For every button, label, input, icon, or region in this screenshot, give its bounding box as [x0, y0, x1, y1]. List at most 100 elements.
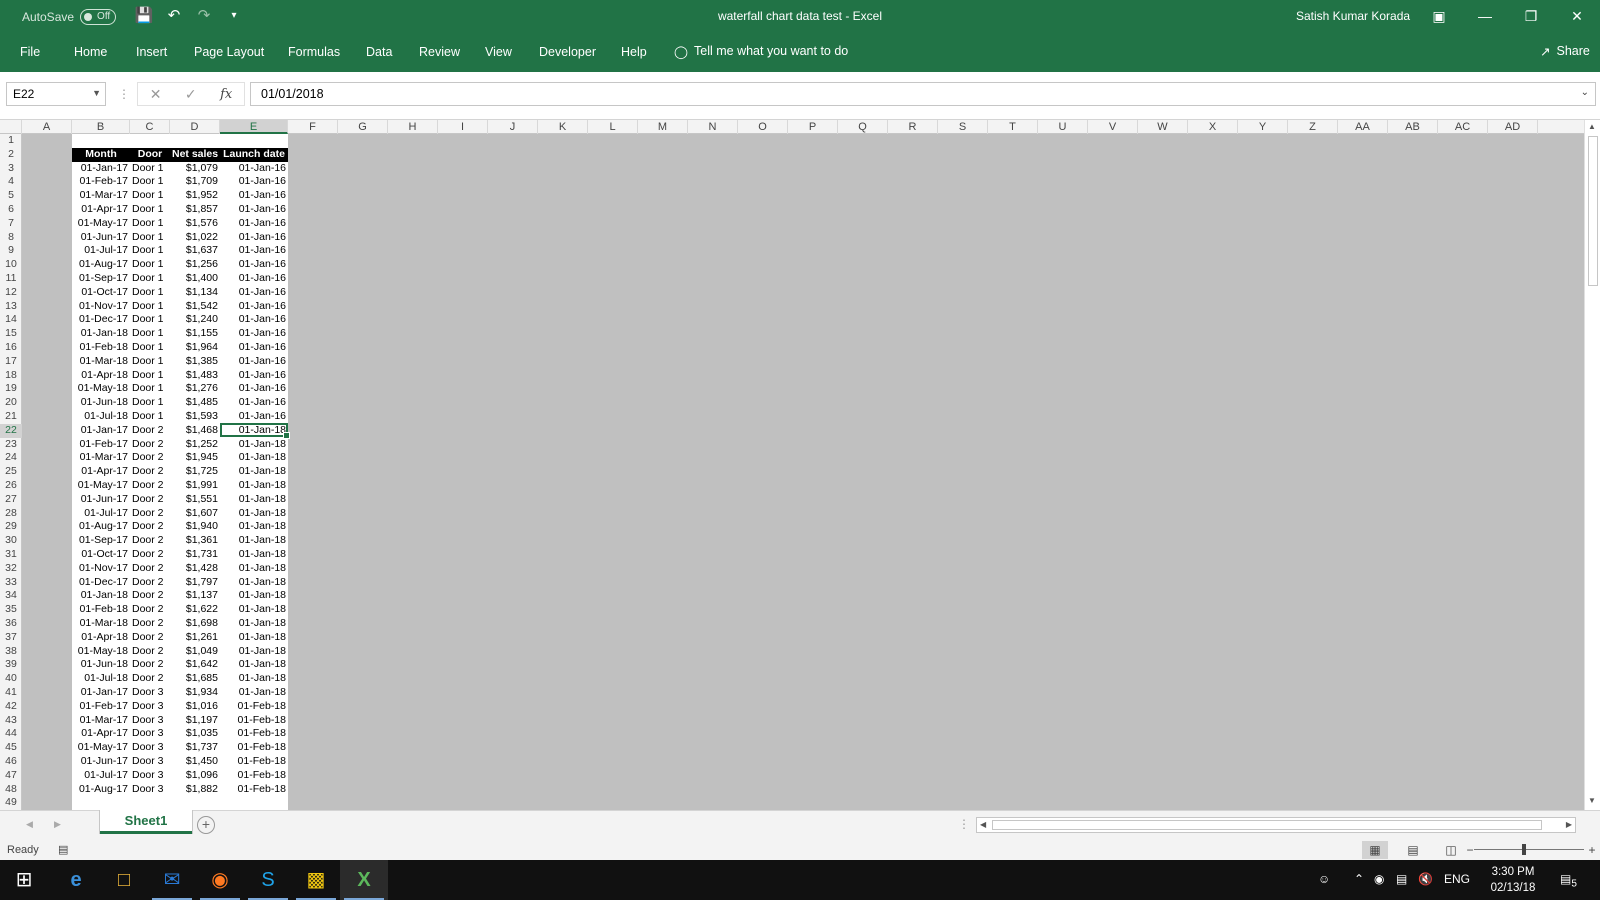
- insert-function-icon[interactable]: fx: [220, 87, 232, 102]
- tab-developer[interactable]: Developer: [539, 45, 596, 59]
- row-header[interactable]: 46: [0, 755, 22, 769]
- column-header-w[interactable]: W: [1138, 120, 1188, 134]
- table-cell[interactable]: 01-Jan-18: [220, 548, 288, 562]
- table-cell[interactable]: $1,593: [170, 410, 220, 424]
- table-cell[interactable]: $1,737: [170, 741, 220, 755]
- table-header-cell[interactable]: Net sales: [170, 147, 220, 162]
- column-header-r[interactable]: R: [888, 120, 938, 134]
- table-cell[interactable]: 01-Jan-16: [220, 396, 288, 410]
- table-cell[interactable]: 01-Feb-17: [72, 700, 130, 714]
- row-header[interactable]: 33: [0, 576, 22, 590]
- table-cell[interactable]: 01-Dec-17: [72, 313, 130, 327]
- tab-page-layout[interactable]: Page Layout: [194, 45, 264, 59]
- chevron-down-icon[interactable]: ▼: [92, 88, 101, 98]
- column-header-l[interactable]: L: [588, 120, 638, 134]
- table-cell[interactable]: 01-Jan-16: [220, 341, 288, 355]
- table-cell[interactable]: 01-Jan-18: [220, 493, 288, 507]
- table-cell[interactable]: $1,400: [170, 272, 220, 286]
- file-explorer-icon[interactable]: □: [100, 860, 148, 900]
- table-cell[interactable]: Door 2: [130, 520, 170, 534]
- formula-input[interactable]: 01/01/2018 ⌄: [250, 82, 1596, 106]
- table-cell[interactable]: $1,016: [170, 700, 220, 714]
- table-cell[interactable]: $1,096: [170, 769, 220, 783]
- table-cell[interactable]: 01-Jan-17: [72, 686, 130, 700]
- table-cell[interactable]: 01-Jan-18: [220, 589, 288, 603]
- customize-qat-icon[interactable]: ▾: [222, 10, 246, 21]
- table-cell[interactable]: 01-Feb-18: [220, 727, 288, 741]
- horizontal-scroll-thumb[interactable]: [992, 820, 1542, 830]
- table-cell[interactable]: Door 2: [130, 534, 170, 548]
- table-cell[interactable]: 01-Nov-17: [72, 300, 130, 314]
- table-cell[interactable]: $1,637: [170, 244, 220, 258]
- table-cell[interactable]: Door 1: [130, 189, 170, 203]
- row-header[interactable]: 48: [0, 783, 22, 797]
- row-header[interactable]: 19: [0, 382, 22, 396]
- table-cell[interactable]: 01-Jan-18: [220, 617, 288, 631]
- table-cell[interactable]: Door 2: [130, 507, 170, 521]
- table-cell[interactable]: Door 2: [130, 658, 170, 672]
- table-cell[interactable]: $1,731: [170, 548, 220, 562]
- start-icon[interactable]: ⊞: [0, 860, 48, 900]
- row-header[interactable]: 37: [0, 631, 22, 645]
- row-header[interactable]: 1: [0, 134, 22, 148]
- table-cell[interactable]: Door 2: [130, 645, 170, 659]
- power-bi-icon[interactable]: ▩: [292, 860, 340, 900]
- table-cell[interactable]: Door 1: [130, 203, 170, 217]
- table-cell[interactable]: $1,256: [170, 258, 220, 272]
- table-cell[interactable]: 01-Jan-16: [220, 382, 288, 396]
- table-cell[interactable]: 01-Jun-17: [72, 493, 130, 507]
- table-cell[interactable]: 01-Oct-17: [72, 548, 130, 562]
- table-cell[interactable]: 01-Mar-17: [72, 451, 130, 465]
- table-cell[interactable]: 01-Jun-17: [72, 755, 130, 769]
- row-header[interactable]: 28: [0, 507, 22, 521]
- row-header[interactable]: 11: [0, 272, 22, 286]
- tab-review[interactable]: Review: [419, 45, 460, 59]
- row-header[interactable]: 31: [0, 548, 22, 562]
- share-button[interactable]: ↗ Share: [1540, 44, 1590, 59]
- table-cell[interactable]: $1,276: [170, 382, 220, 396]
- table-cell[interactable]: 01-Jan-18: [220, 562, 288, 576]
- excel-icon[interactable]: X: [340, 860, 388, 900]
- autosave-toggle[interactable]: AutoSave Off: [22, 9, 117, 25]
- row-header[interactable]: 14: [0, 313, 22, 327]
- row-header[interactable]: 41: [0, 686, 22, 700]
- action-center-icon[interactable]: ▤5: [1560, 872, 1577, 889]
- table-cell[interactable]: 01-Jul-17: [72, 507, 130, 521]
- row-header[interactable]: 7: [0, 217, 22, 231]
- ribbon-display-icon[interactable]: ▣: [1416, 0, 1462, 34]
- table-cell[interactable]: 01-Dec-17: [72, 576, 130, 590]
- table-cell[interactable]: 01-Jan-18: [220, 686, 288, 700]
- page-break-view-icon[interactable]: ◫: [1438, 841, 1464, 859]
- tell-me-search[interactable]: ◯ Tell me what you want to do: [674, 44, 848, 59]
- table-cell[interactable]: 01-Mar-17: [72, 189, 130, 203]
- column-header-i[interactable]: I: [438, 120, 488, 134]
- column-header-o[interactable]: O: [738, 120, 788, 134]
- table-cell[interactable]: Door 1: [130, 355, 170, 369]
- row-header[interactable]: 38: [0, 645, 22, 659]
- table-cell[interactable]: $1,450: [170, 755, 220, 769]
- table-cell[interactable]: 01-Jan-16: [220, 410, 288, 424]
- row-header[interactable]: 12: [0, 286, 22, 300]
- table-cell[interactable]: 01-Feb-18: [72, 341, 130, 355]
- table-cell[interactable]: 01-Oct-17: [72, 286, 130, 300]
- table-cell[interactable]: $1,428: [170, 562, 220, 576]
- system-clock[interactable]: 3:30 PM 02/13/18: [1478, 864, 1548, 896]
- table-cell[interactable]: 01-Jan-16: [220, 272, 288, 286]
- table-cell[interactable]: $1,261: [170, 631, 220, 645]
- row-header[interactable]: 27: [0, 493, 22, 507]
- column-header-d[interactable]: D: [170, 120, 220, 134]
- column-header-ac[interactable]: AC: [1438, 120, 1488, 134]
- table-cell[interactable]: 01-Jan-16: [220, 286, 288, 300]
- table-cell[interactable]: Door 1: [130, 244, 170, 258]
- row-header[interactable]: 4: [0, 175, 22, 189]
- row-header[interactable]: 2: [0, 148, 22, 162]
- table-cell[interactable]: 01-May-17: [72, 479, 130, 493]
- table-cell[interactable]: 01-Sep-17: [72, 534, 130, 548]
- table-cell[interactable]: 01-Jul-18: [72, 672, 130, 686]
- skype-icon[interactable]: S: [244, 860, 292, 900]
- worksheet-grid[interactable]: A B C D E F G H I J K L M N O P Q R S T U V W X Y Z AA AB AC AD 12345…: [0, 120, 1584, 810]
- row-header[interactable]: 22: [0, 423, 22, 438]
- column-header-ad[interactable]: AD: [1488, 120, 1538, 134]
- table-cell[interactable]: $1,945: [170, 451, 220, 465]
- table-cell[interactable]: $1,361: [170, 534, 220, 548]
